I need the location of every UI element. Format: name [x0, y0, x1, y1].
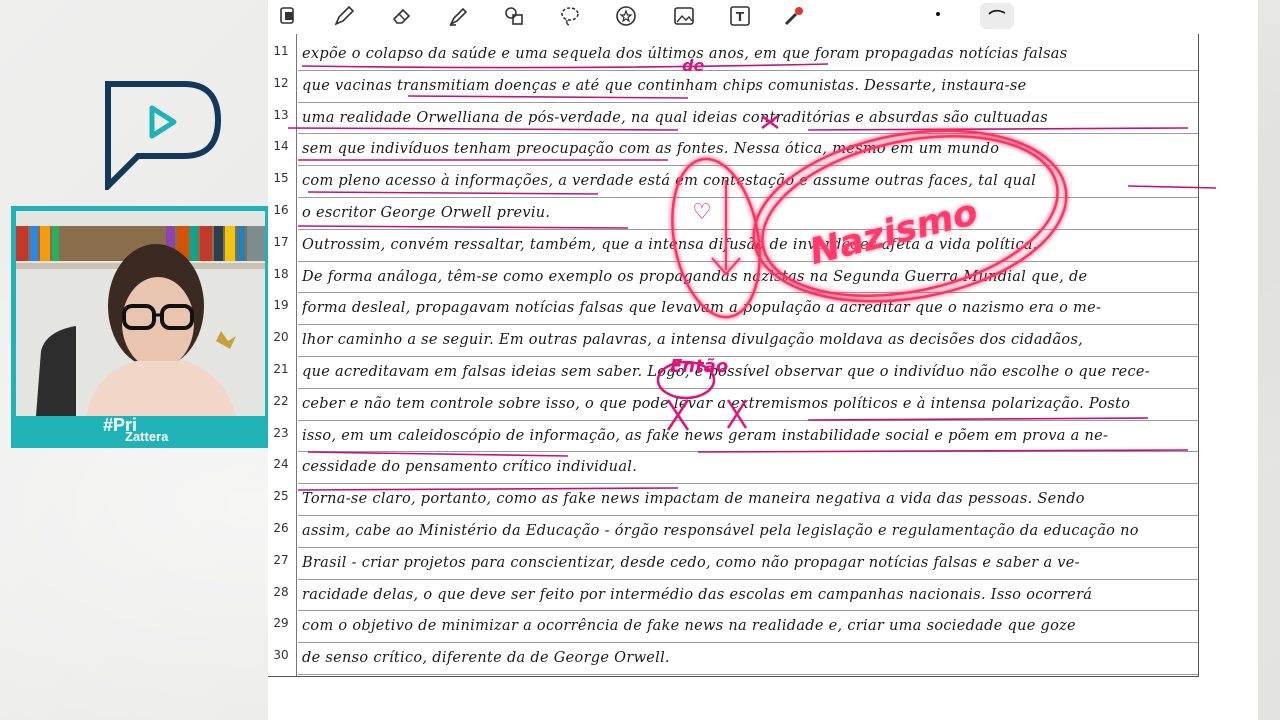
margin-line: [296, 34, 297, 676]
line-number: 11: [273, 44, 289, 58]
ruled-line: [298, 515, 1198, 516]
brand-name: Zattera: [125, 429, 169, 444]
essay-line: racidade delas, o que deve ser feito por…: [302, 586, 1093, 603]
essay-line: forma desleal, propagavam notícias falsa…: [302, 300, 1102, 317]
line-number: 13: [273, 107, 289, 122]
essay-line: Outrossim, convém ressaltar, também, que…: [302, 236, 1038, 253]
line-number: 15: [273, 171, 289, 186]
ruled-line: [298, 292, 1198, 294]
essay-line: expõe o colapso da saúde e uma sequela d…: [302, 46, 1068, 62]
line-number: 17: [273, 234, 289, 249]
ruled-line: [298, 419, 1198, 421]
line-number: 16: [273, 203, 289, 217]
line-number: 14: [273, 139, 289, 154]
ruled-line: [298, 483, 1198, 485]
highlighter-icon[interactable]: [444, 3, 472, 29]
ruled-line: [298, 642, 1198, 644]
essay-line: que vacinas transmitiam doenças e até qu…: [302, 77, 1027, 94]
essay-line: ceber e não tem controle sobre isso, o q…: [302, 395, 1131, 412]
essay-line: com pleno acesso à informações, a verdad…: [302, 173, 1037, 190]
brand-logo-icon: [104, 80, 222, 194]
ruled-line: [298, 451, 1198, 453]
line-number: 27: [273, 552, 289, 567]
ruled-line: [298, 101, 1198, 103]
line-number: 25: [273, 489, 289, 504]
line-number: 28: [273, 584, 289, 599]
essay-line: cessidade do pensamento crítico individu…: [302, 459, 638, 476]
essay-line: assim, cabe ao Ministério da Educação - …: [302, 523, 1139, 539]
sticker-icon[interactable]: [612, 3, 640, 29]
ruled-line: [298, 197, 1198, 198]
webcam-overlay: #Pri Zattera: [11, 206, 269, 448]
ruled-line: [298, 165, 1198, 167]
ruled-line: [298, 578, 1198, 580]
ruled-line: [298, 674, 1198, 675]
line-number: 18: [273, 266, 289, 281]
essay-line: Brasil - criar projetos para conscientiz…: [302, 554, 1080, 571]
ruled-line: [298, 260, 1198, 262]
line-number: 26: [273, 521, 289, 535]
brand-tag: #Pri Zattera: [103, 416, 169, 444]
line-number: 12: [273, 75, 289, 90]
ruled-line: [298, 387, 1198, 389]
line-number: 30: [273, 648, 289, 663]
ruled-line: [298, 69, 1198, 71]
essay-line: isso, em um caleidoscópio de informação,…: [302, 427, 1109, 444]
laser-pointer-icon[interactable]: [780, 3, 808, 29]
essay-line: o escritor George Orwell previu.: [302, 205, 551, 221]
line-number: 21: [273, 362, 289, 376]
svg-text:T: T: [736, 10, 745, 24]
ruled-line: [298, 610, 1198, 612]
ruled-line: [298, 324, 1198, 326]
essay-line: lhor caminho a se seguir. Em outras pala…: [302, 332, 1084, 349]
pen-icon[interactable]: [330, 3, 358, 29]
ruled-line: [298, 228, 1198, 230]
stroke-icon[interactable]: [980, 3, 1014, 29]
eraser-icon[interactable]: [388, 3, 416, 29]
ruled-line: [298, 546, 1198, 548]
image-icon[interactable]: [670, 3, 698, 29]
ruled-line: [298, 133, 1198, 135]
line-number: 22: [273, 393, 289, 408]
essay-line: com o objetivo de minimizar a ocorrência…: [302, 618, 1076, 635]
essay-line: De forma análoga, têm-se como exemplo os…: [302, 268, 1088, 285]
ruled-line: [298, 356, 1198, 357]
layers-icon[interactable]: [274, 3, 302, 29]
line-number: 19: [273, 298, 289, 313]
line-number: 29: [273, 616, 289, 631]
essay-line: que acreditavam em falsas ideias sem sab…: [302, 364, 1150, 380]
drawing-toolbar: T: [268, 0, 1258, 35]
essay-line: Torna-se claro, portanto, como as fake n…: [302, 491, 1085, 508]
text-tool-icon[interactable]: T: [726, 3, 754, 29]
dot-icon[interactable]: [924, 3, 952, 29]
essay-line: sem que indivíduos tenham preocupação co…: [302, 141, 1000, 158]
shapes-icon[interactable]: [500, 3, 528, 29]
presenter-video: [16, 211, 265, 416]
line-number: 23: [273, 425, 289, 440]
line-number: 24: [273, 457, 289, 472]
essay-line: de senso crítico, diferente da de George…: [302, 650, 670, 667]
lasso-icon[interactable]: [556, 3, 584, 29]
essay-line: uma realidade Orwelliana de pós-verdade,…: [302, 109, 1048, 126]
line-number: 20: [273, 330, 289, 345]
essay-document: 11 expõe o colapso da saúde e uma sequela…: [268, 34, 1258, 720]
